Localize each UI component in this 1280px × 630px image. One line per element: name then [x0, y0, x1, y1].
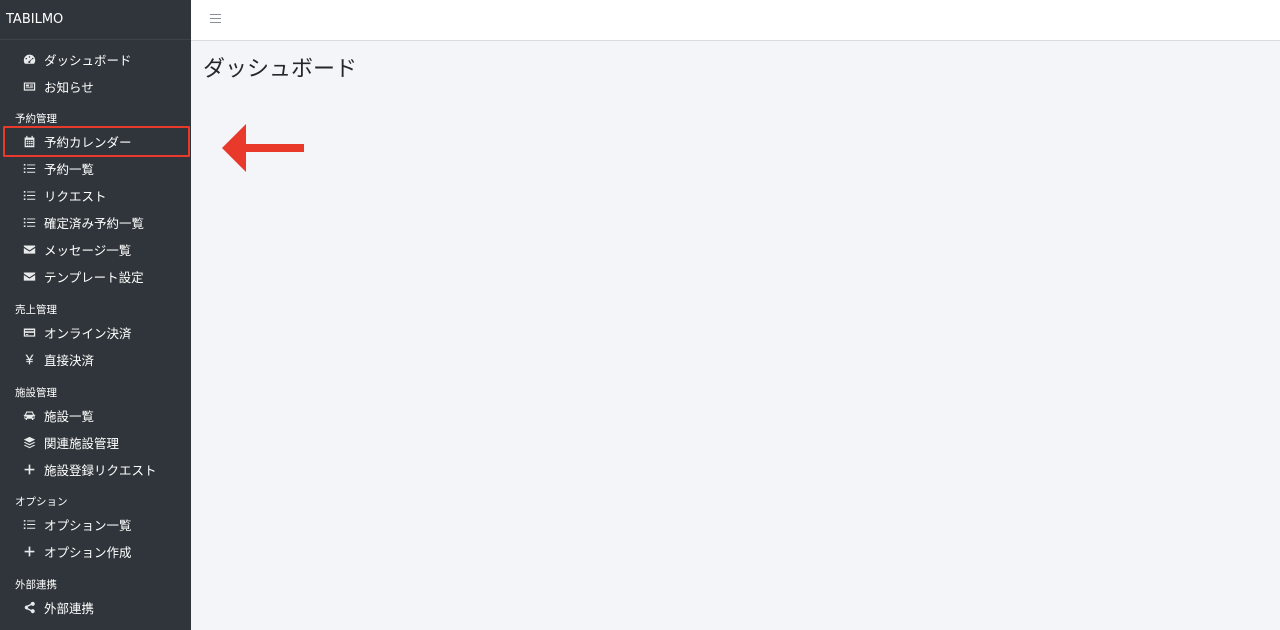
list-icon	[22, 189, 36, 203]
sidebar-item-facility-list[interactable]: 施設一覧	[0, 402, 191, 429]
sidebar-item-label: リクエスト	[44, 189, 107, 204]
sidebar-item-template[interactable]: テンプレート設定	[0, 263, 191, 290]
sidebar-item-label: 外部連携	[44, 601, 95, 616]
list-icon	[22, 216, 36, 230]
sidebar-item-request[interactable]: リクエスト	[0, 182, 191, 209]
sidebar-item-label: 直接決済	[44, 353, 95, 368]
envelope-icon	[22, 243, 36, 257]
section-facility: 施設管理	[15, 387, 57, 399]
sidebar-item-related-facility[interactable]: 関連施設管理	[0, 429, 191, 456]
credit-card-icon	[22, 326, 36, 340]
list-icon	[22, 518, 36, 532]
sidebar-item-label: 確定済み予約一覧	[44, 216, 145, 231]
page-title: ダッシュボード	[203, 57, 358, 82]
sidebar-item-option-list[interactable]: オプション一覧	[0, 511, 191, 538]
sidebar-item-label: ダッシュボード	[44, 53, 132, 68]
arrow-left-icon	[222, 124, 304, 172]
sidebar-item-label: 予約一覧	[44, 162, 95, 177]
sidebar-item-label: 関連施設管理	[44, 436, 120, 451]
sidebar-item-confirmed-list[interactable]: 確定済み予約一覧	[0, 209, 191, 236]
envelope-icon	[22, 270, 36, 284]
share-icon	[22, 601, 36, 615]
sidebar-item-label: オプション一覧	[44, 518, 132, 533]
car-icon	[22, 409, 36, 423]
section-external: 外部連携	[15, 579, 57, 591]
layers-icon	[22, 436, 36, 450]
list-icon	[22, 162, 36, 176]
sidebar-item-label: メッセージ一覧	[44, 243, 132, 258]
sidebar-item-label: 施設一覧	[44, 409, 95, 424]
sidebar-item-label: お知らせ	[44, 80, 94, 95]
sidebar-item-news[interactable]: お知らせ	[0, 73, 191, 100]
sidebar: TABILMO ダッシュボード お知らせ 予約管理 予約カレンダー 予約一覧 リ…	[0, 0, 191, 630]
plus-icon	[22, 545, 36, 559]
hamburger-menu-icon[interactable]	[210, 14, 221, 23]
section-option: オプション	[15, 496, 68, 508]
plus-icon	[22, 463, 36, 477]
sidebar-item-facility-request[interactable]: 施設登録リクエスト	[0, 456, 191, 483]
sidebar-item-dashboard[interactable]: ダッシュボード	[0, 46, 191, 73]
sidebar-item-online-payment[interactable]: オンライン決済	[0, 319, 191, 346]
sidebar-item-external-link[interactable]: 外部連携	[0, 594, 191, 621]
yen-icon	[22, 353, 36, 367]
dashboard-icon	[22, 53, 36, 67]
sidebar-item-label: オンライン決済	[44, 326, 132, 341]
calendar-highlight-box	[3, 126, 190, 157]
brand-logo[interactable]: TABILMO	[0, 0, 191, 40]
section-reservation: 予約管理	[15, 113, 57, 125]
sidebar-item-direct-payment[interactable]: 直接決済	[0, 346, 191, 373]
sidebar-item-label: オプション作成	[44, 545, 132, 560]
sidebar-item-reservation-list[interactable]: 予約一覧	[0, 155, 191, 182]
sidebar-item-option-create[interactable]: オプション作成	[0, 538, 191, 565]
newspaper-icon	[22, 80, 36, 94]
section-sales: 売上管理	[15, 304, 57, 316]
sidebar-item-label: テンプレート設定	[44, 270, 144, 285]
sidebar-item-message-list[interactable]: メッセージ一覧	[0, 236, 191, 263]
topbar	[191, 0, 1280, 41]
sidebar-item-label: 施設登録リクエスト	[44, 463, 157, 478]
